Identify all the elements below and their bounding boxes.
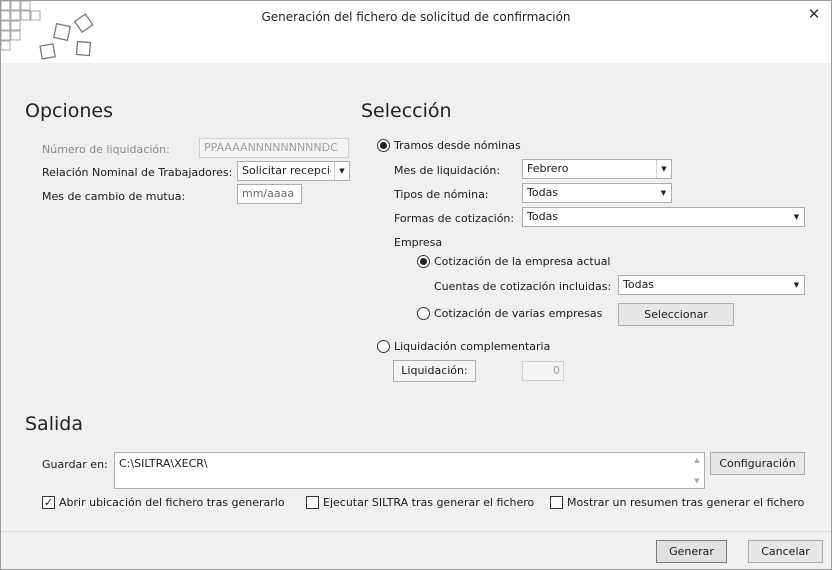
radio-off-icon	[417, 307, 430, 320]
liquidacion-complementaria-label: Liquidación complementaria	[394, 340, 551, 353]
tipos-nomina-label: Tipos de nómina:	[394, 188, 489, 201]
empresa-label: Empresa	[394, 236, 443, 249]
guardar-en-input[interactable]: C:\SILTRA\XECR\ ▲ ▼	[114, 452, 705, 489]
close-button[interactable]: ✕	[803, 4, 825, 24]
cuentas-cotizacion-select[interactable]: Todas ▼	[618, 275, 805, 295]
ejecutar-siltra-label: Ejecutar SILTRA tras generar el fichero	[323, 496, 535, 509]
cuentas-cotizacion-label: Cuentas de cotización incluidas:	[434, 280, 612, 293]
scroll-up-icon: ▲	[694, 456, 700, 464]
ejecutar-siltra-checkbox[interactable]: Ejecutar SILTRA tras generar el fichero	[306, 496, 534, 509]
mostrar-resumen-checkbox[interactable]: Mostrar un resumen tras generar el fiche…	[550, 496, 804, 509]
tipos-nomina-select[interactable]: Todas ▼	[522, 183, 672, 203]
seleccion-title: Selección	[361, 100, 452, 122]
mes-liquidacion-label: Mes de liquidación:	[394, 164, 501, 177]
seleccionar-button[interactable]: Seleccionar	[618, 303, 734, 326]
textarea-scrollbar[interactable]: ▲ ▼	[690, 453, 704, 488]
chevron-down-icon: ▼	[793, 281, 800, 289]
radio-on-icon	[417, 255, 430, 268]
mostrar-resumen-label: Mostrar un resumen tras generar el fiche…	[567, 496, 805, 509]
guardar-en-label: Guardar en:	[42, 458, 108, 471]
salida-title: Salida	[25, 413, 83, 435]
liquidacion-complementaria-radio[interactable]: Liquidación complementaria	[377, 340, 550, 353]
varias-empresas-label: Cotización de varias empresas	[434, 307, 603, 320]
scroll-down-icon: ▼	[694, 477, 700, 485]
numero-liquidacion-label: Número de liquidación:	[42, 143, 170, 156]
configuracion-button[interactable]: Configuración	[710, 452, 805, 475]
relacion-nominal-value: Solicitar recepció	[242, 164, 331, 177]
formas-cotizacion-label: Formas de cotización:	[394, 212, 515, 225]
content-area: Opciones Número de liquidación: PPAAAANN…	[1, 63, 831, 531]
relacion-nominal-select[interactable]: Solicitar recepció ▼	[237, 161, 350, 181]
chevron-down-icon: ▼	[656, 160, 671, 178]
tramos-nominas-label: Tramos desde nóminas	[394, 139, 521, 152]
guardar-en-value: C:\SILTRA\XECR\	[119, 457, 208, 470]
checkbox-empty-icon	[550, 496, 563, 509]
cuentas-cotizacion-value: Todas	[623, 278, 655, 291]
check-mark-icon: ✓	[42, 496, 55, 509]
mes-cambio-mutua-input[interactable]: mm/aaaa	[237, 184, 302, 204]
dialog-footer: Generar Cancelar	[1, 531, 831, 569]
chevron-down-icon: ▼	[793, 213, 800, 221]
mes-cambio-mutua-label: Mes de cambio de mutua:	[42, 190, 186, 203]
varias-empresas-radio[interactable]: Cotización de varias empresas	[417, 307, 602, 320]
mes-liquidacion-value: Febrero	[527, 162, 569, 175]
empresa-actual-radio[interactable]: Cotización de la empresa actual	[417, 255, 611, 268]
dialog-window: Generación del fichero de solicitud de c…	[0, 0, 832, 570]
relacion-nominal-label: Relación Nominal de Trabajadores:	[42, 166, 233, 179]
radio-on-icon	[377, 139, 390, 152]
chevron-down-icon: ▼	[660, 189, 667, 197]
abrir-ubicacion-checkbox[interactable]: ✓ Abrir ubicación del fichero tras gener…	[42, 496, 285, 509]
liquidacion-number-field: 0	[522, 361, 564, 381]
close-icon: ✕	[807, 5, 821, 23]
window-title: Generación del fichero de solicitud de c…	[261, 10, 571, 24]
mes-liquidacion-select[interactable]: Febrero ▼	[522, 159, 672, 179]
empresa-actual-label: Cotización de la empresa actual	[434, 255, 611, 268]
numero-liquidacion-field: PPAAAANNNNNNNNNDC	[199, 138, 349, 158]
tipos-nomina-value: Todas	[527, 186, 559, 199]
tramos-nominas-radio[interactable]: Tramos desde nóminas	[377, 139, 521, 152]
radio-off-icon	[377, 340, 390, 353]
opciones-title: Opciones	[25, 100, 113, 122]
title-bar: Generación del fichero de solicitud de c…	[1, 1, 831, 63]
checkbox-empty-icon	[306, 496, 319, 509]
liquidacion-button[interactable]: Liquidación:	[393, 360, 476, 382]
chevron-down-icon: ▼	[334, 162, 349, 180]
formas-cotizacion-select[interactable]: Todas ▼	[522, 207, 805, 227]
cancelar-button[interactable]: Cancelar	[748, 540, 823, 563]
abrir-ubicacion-label: Abrir ubicación del fichero tras generar…	[59, 496, 285, 509]
formas-cotizacion-value: Todas	[527, 210, 559, 223]
generar-button[interactable]: Generar	[656, 540, 727, 563]
